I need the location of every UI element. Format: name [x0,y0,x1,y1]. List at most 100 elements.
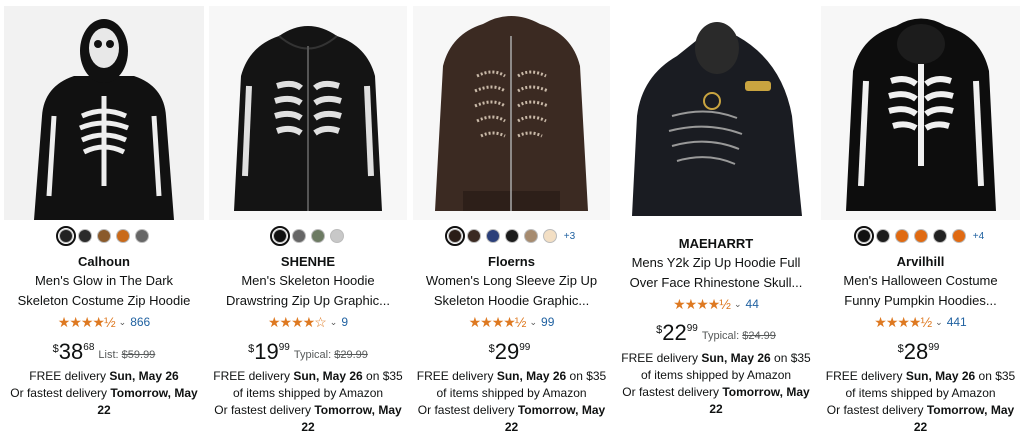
price-whole: 19 [254,339,279,364]
product-image[interactable] [4,6,204,220]
color-swatch[interactable] [913,229,928,243]
chevron-down-icon[interactable]: ⌄ [529,317,537,328]
list-price: List: $59.99 [98,349,155,361]
price-fraction: 68 [83,342,95,353]
color-swatch[interactable] [310,229,325,243]
product-title[interactable]: Men's Glow in The Dark Skeleton Costume … [4,271,204,311]
fastest-prefix: Or fastest delivery [826,403,924,417]
color-swatches: +4 [821,226,1020,246]
more-colors-link[interactable]: +3 [564,231,575,242]
color-swatch[interactable] [485,229,500,243]
chevron-down-icon[interactable]: ⌄ [935,317,943,328]
delivery-info: FREE delivery Sun, May 26 Or fastest del… [4,368,204,419]
color-swatch[interactable] [951,229,966,243]
product-title[interactable]: Mens Y2k Zip Up Hoodie Full Over Face Rh… [617,253,815,293]
color-swatch[interactable] [291,229,306,243]
delivery-info: FREE delivery Sun, May 26 on $35 of item… [821,368,1020,435]
product-title[interactable]: Women's Long Sleeve Zip Up Skeleton Hood… [413,271,610,311]
color-swatch[interactable] [97,229,111,243]
color-swatch[interactable] [56,226,76,246]
fastest-prefix: Or fastest delivery [214,403,311,417]
fastest-date: Tomorrow, May 22 [709,385,810,416]
chevron-down-icon[interactable]: ⌄ [119,317,127,328]
color-swatches: +3 [413,226,610,246]
color-swatch[interactable] [116,229,130,243]
color-swatch[interactable] [444,226,465,246]
color-swatch[interactable] [542,229,557,243]
color-swatch[interactable] [329,229,344,243]
product-image[interactable] [209,6,407,220]
rating-count[interactable]: 99 [541,315,554,329]
skeleton-hoodie-image [34,19,174,220]
fastest-prefix: Or fastest delivery [10,386,107,400]
color-swatch[interactable] [78,229,92,243]
price-whole: 22 [662,320,687,345]
delivery-prefix: FREE delivery [825,369,903,383]
product-image[interactable] [413,6,610,220]
brand-name: MAEHARRT [678,236,754,251]
skeleton-hoodie-image [435,16,588,211]
delivery-date: Sun, May 26 [905,369,976,383]
color-swatch[interactable] [466,229,481,243]
typical-label: Typical: [293,349,332,361]
product-title[interactable]: Men's Skeleton Hoodie Drawstring Zip Up … [209,271,407,311]
product-title[interactable]: Men's Halloween Costume Funny Pumpkin Ho… [821,271,1020,311]
color-swatch[interactable] [504,229,519,243]
delivery-info: FREE delivery Sun, May 26 on $35 of item… [209,368,407,435]
price-fraction: 99 [278,342,290,353]
delivery-line2: of items shipped by Amazon [845,386,996,400]
fastest-date: Tomorrow, May 22 [504,403,606,434]
color-swatch[interactable] [875,229,890,243]
product-image[interactable] [617,6,815,220]
price-whole: 38 [58,339,84,364]
color-swatch[interactable] [932,229,947,243]
price[interactable]: $ 38 68 List: $59.99 [4,340,204,364]
product-card: +3 Floerns Women's Long Sleeve Zip Up Sk… [413,0,610,435]
more-colors-link[interactable]: +4 [973,231,984,242]
rhinestone-hoodie-image [632,22,802,216]
delivery-date: Sun, May 26 [496,369,567,383]
rating[interactable]: ★★★★½ ⌄ 866 [4,315,204,329]
price[interactable]: $ 19 99 Typical: $29.99 [209,340,407,364]
rating-count[interactable]: 441 [947,315,967,329]
price[interactable]: $ 22 99 Typical: $24.99 [617,321,815,345]
brand-name: SHENHE [280,254,336,269]
star-rating-icon: ★★★★½ [57,314,116,330]
rating-count[interactable]: 9 [341,315,348,329]
color-swatches [4,226,204,246]
price[interactable]: $ 28 99 [821,340,1020,364]
product-card: MAEHARRT Mens Y2k Zip Up Hoodie Full Ove… [617,0,815,435]
typical-price: Typical: $29.99 [294,349,368,361]
product-image[interactable] [821,6,1020,220]
brand-name: Calhoun [78,254,130,269]
price-whole: 28 [903,339,929,364]
title-line: Men's Skeleton Hoodie [241,273,375,288]
rating[interactable]: ★★★★☆ ⌄ 9 [209,315,407,329]
rating[interactable]: ★★★★½ ⌄ 44 [617,297,815,311]
star-rating-icon: ★★★★½ [673,296,731,312]
fastest-date: Tomorrow, May 22 [913,403,1015,434]
title-line: Drawstring Zip Up Graphic... [226,293,390,308]
typical-price: Typical: $24.99 [702,330,776,342]
rating[interactable]: ★★★★½ ⌄ 99 [413,315,610,329]
color-swatch[interactable] [894,229,909,243]
rating[interactable]: ★★★★½ ⌄ 441 [821,315,1020,329]
color-swatch[interactable] [853,226,874,246]
color-swatch[interactable] [135,229,149,243]
color-swatch[interactable] [523,229,538,243]
price-fraction: 99 [928,342,940,353]
typical-price-value: $29.99 [334,349,368,361]
delivery-date: Sun, May 26 [701,351,771,365]
rating-count[interactable]: 866 [130,315,150,329]
skeleton-hoodie-image [846,18,996,211]
color-swatches [209,226,407,246]
star-rating-icon: ★★★★½ [468,314,527,330]
rating-count[interactable]: 44 [746,297,759,311]
price[interactable]: $ 29 99 [413,340,610,364]
fastest-date: Tomorrow, May 22 [301,403,402,434]
delivery-prefix: FREE delivery [416,369,494,383]
chevron-down-icon[interactable]: ⌄ [330,317,338,328]
title-line: Men's Halloween Costume [843,273,998,288]
color-swatch[interactable] [269,226,290,246]
chevron-down-icon[interactable]: ⌄ [734,299,742,310]
